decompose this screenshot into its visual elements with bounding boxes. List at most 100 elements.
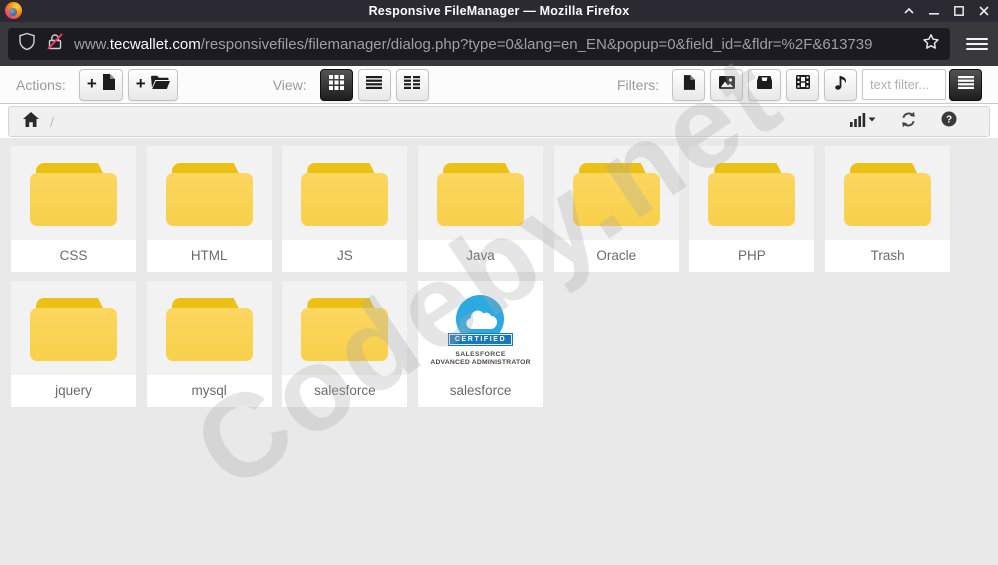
file-grid-area: CSS HTML JS Java Oracle PHP Trash jquery… xyxy=(0,138,998,565)
sort-bars-icon xyxy=(850,112,876,132)
minimize-icon xyxy=(929,6,939,16)
maximize-icon xyxy=(954,6,964,16)
open-folder-icon xyxy=(150,75,170,94)
filter-videos-button[interactable] xyxy=(786,68,819,101)
chevron-up-icon xyxy=(904,8,914,14)
folder-icon xyxy=(165,298,253,361)
archive-icon xyxy=(757,75,772,94)
filemanager-toolbar: Actions: + + View: Filters: xyxy=(0,66,998,104)
folder-icon xyxy=(437,163,525,226)
file-icon xyxy=(102,74,115,95)
filter-images-button[interactable] xyxy=(710,68,743,101)
help-button[interactable]: ? xyxy=(941,111,957,132)
file-icon xyxy=(683,74,695,95)
folder-tile-css[interactable]: CSS xyxy=(11,146,136,272)
plus-icon: + xyxy=(86,74,97,93)
folder-icon xyxy=(708,163,796,226)
navigation-bar: www.tecwallet.com/responsivefiles/filema… xyxy=(0,22,998,66)
url-path: /responsivefiles/filemanager/dialog.php?… xyxy=(200,35,873,53)
folder-name: jquery xyxy=(11,375,136,407)
file-grid: CSS HTML JS Java Oracle PHP Trash jquery… xyxy=(11,146,957,407)
window-controls xyxy=(901,0,992,22)
sort-button[interactable] xyxy=(850,112,876,132)
folder-name: Oracle xyxy=(553,240,679,272)
new-file-button[interactable]: + xyxy=(78,68,123,101)
filter-music-button[interactable] xyxy=(824,68,857,101)
breadcrumb-separator: / xyxy=(50,113,54,130)
close-button[interactable] xyxy=(976,3,992,19)
folder-tile-trash[interactable]: Trash xyxy=(825,146,951,272)
insecure-lock-icon[interactable] xyxy=(46,32,64,57)
url-text: www.tecwallet.com/responsivefiles/filema… xyxy=(74,36,872,53)
close-icon xyxy=(979,6,989,16)
view-grid-button[interactable] xyxy=(319,68,353,101)
folder-tile-mysql[interactable]: mysql xyxy=(146,281,272,407)
folder-tile-salesforce[interactable]: salesforce xyxy=(282,281,408,407)
minimize-button[interactable] xyxy=(926,3,942,19)
titlebar: Responsive FileManager — Mozilla Firefox xyxy=(0,0,998,22)
refresh-icon xyxy=(900,111,917,133)
view-group: View: xyxy=(272,68,429,101)
folder-name: salesforce xyxy=(282,375,408,407)
url-domain: tecwallet.com xyxy=(109,35,201,53)
music-note-icon xyxy=(834,75,847,95)
actions-label: Actions: xyxy=(16,76,66,93)
browser-window: Responsive FileManager — Mozilla Firefox… xyxy=(0,0,998,565)
column-view-icon xyxy=(404,75,421,94)
folder-name: PHP xyxy=(689,240,815,272)
folder-icon xyxy=(301,163,389,226)
url-bar[interactable]: www.tecwallet.com/responsivefiles/filema… xyxy=(8,28,950,60)
refresh-button[interactable] xyxy=(900,111,917,133)
list-view-icon xyxy=(366,75,383,94)
filters-label: Filters: xyxy=(617,76,659,93)
filter-all-button[interactable] xyxy=(949,68,982,101)
salesforce-certified-badge: CERTIFIED SALESFORCE ADVANCED ADMINISTRA… xyxy=(418,281,543,375)
folder-icon xyxy=(301,298,389,361)
folder-name: CSS xyxy=(11,240,136,272)
home-icon xyxy=(23,111,39,132)
folder-tile-jquery[interactable]: jquery xyxy=(11,281,136,407)
folder-name: Java xyxy=(418,240,544,272)
folder-name: mysql xyxy=(146,375,272,407)
view-columns-button[interactable] xyxy=(395,68,429,101)
list-lines-icon xyxy=(957,75,974,94)
text-filter-input[interactable] xyxy=(862,69,946,100)
shield-icon[interactable] xyxy=(18,32,36,57)
certified-ribbon: CERTIFIED xyxy=(448,333,514,346)
pathbar-actions: ? xyxy=(850,111,975,133)
film-icon xyxy=(795,75,810,94)
view-label: View: xyxy=(272,76,307,93)
folder-tile-java[interactable]: Java xyxy=(418,146,544,272)
breadcrumb-bar: / ? xyxy=(8,106,990,137)
svg-text:?: ? xyxy=(946,115,952,126)
folder-tile-html[interactable]: HTML xyxy=(146,146,272,272)
maximize-button[interactable] xyxy=(951,3,967,19)
folder-tile-php[interactable]: PHP xyxy=(689,146,815,272)
filter-files-button[interactable] xyxy=(672,68,705,101)
bookmark-star-icon[interactable] xyxy=(922,33,940,56)
folder-name: HTML xyxy=(146,240,272,272)
window-title: Responsive FileManager — Mozilla Firefox xyxy=(368,4,630,18)
actions-group: Actions: + + xyxy=(16,68,178,101)
image-tile-salesforce[interactable]: CERTIFIED SALESFORCE ADVANCED ADMINISTRA… xyxy=(418,281,544,407)
folder-name: JS xyxy=(282,240,408,272)
view-list-button[interactable] xyxy=(357,68,391,101)
new-folder-button[interactable]: + xyxy=(127,68,178,101)
filters-group: Filters: xyxy=(617,68,982,101)
rollup-button[interactable] xyxy=(901,3,917,19)
home-button[interactable] xyxy=(23,111,39,132)
folder-icon xyxy=(30,163,117,226)
url-prefix: www. xyxy=(74,35,110,53)
image-name: salesforce xyxy=(418,375,544,407)
folder-tile-js[interactable]: JS xyxy=(282,146,408,272)
folder-name: Trash xyxy=(825,240,951,272)
folder-tile-oracle[interactable]: Oracle xyxy=(553,146,679,272)
image-icon xyxy=(718,75,735,94)
filter-archives-button[interactable] xyxy=(748,68,781,101)
menu-hamburger-button[interactable] xyxy=(966,34,988,54)
folder-icon xyxy=(572,163,660,226)
plus-icon: + xyxy=(135,74,146,93)
hamburger-icon xyxy=(966,38,988,40)
grid-view-icon xyxy=(328,74,344,95)
url-security-icons xyxy=(18,32,64,57)
